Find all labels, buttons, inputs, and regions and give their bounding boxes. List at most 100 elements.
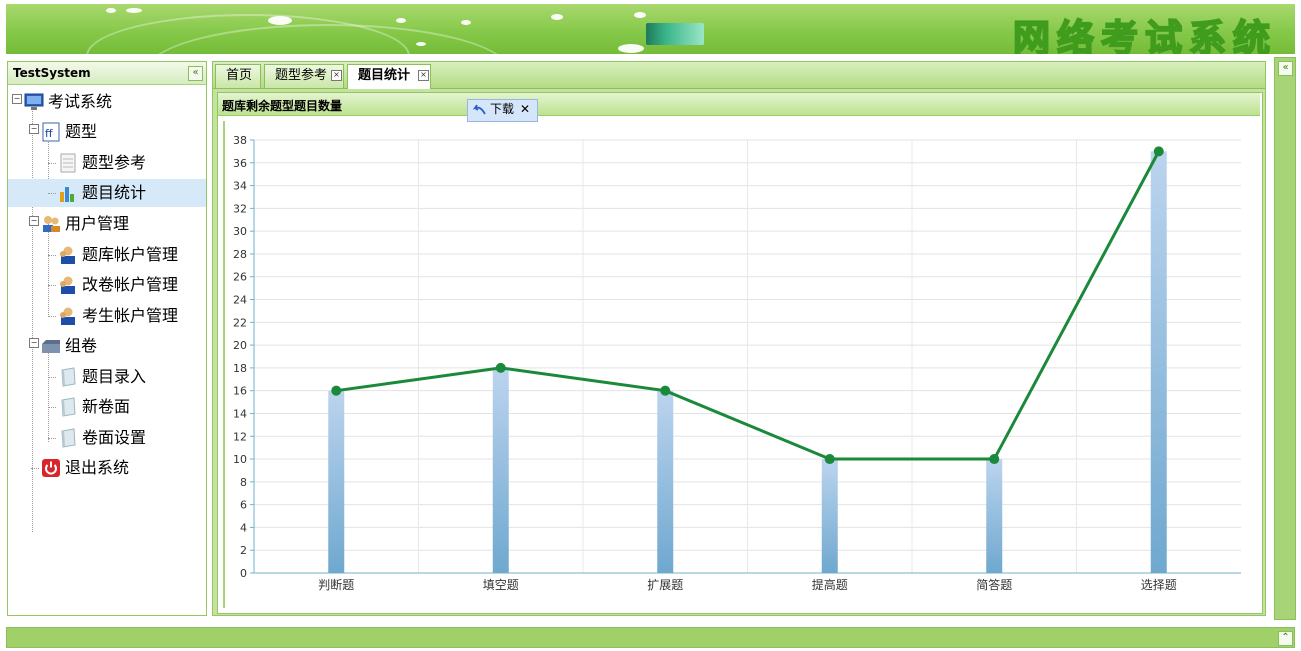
expand-up-icon[interactable]: ⌃ (1278, 631, 1293, 646)
y-tick-label: 32 (233, 202, 247, 215)
y-tick-label: 26 (233, 271, 247, 284)
y-tick-label: 0 (240, 567, 247, 580)
collapse-right-icon[interactable]: « (1278, 61, 1293, 76)
chart-point (495, 362, 506, 373)
right-panel-strip: « (1274, 57, 1296, 620)
nav-item-label: 题型参考 (82, 153, 147, 172)
tab-type-reference[interactable]: 题型参考 × (264, 64, 344, 88)
nav-item-label: 题型 (65, 122, 98, 141)
nav-item-3[interactable]: 题型参考 (58, 150, 204, 176)
chart-bar (986, 459, 1003, 573)
chart-point (989, 454, 1000, 465)
nav-item-2[interactable]: ff 题型 (41, 119, 204, 145)
banner-bubble (634, 12, 646, 18)
nav-item-9[interactable]: 组卷 (41, 333, 204, 359)
nav-item-label: 组卷 (65, 336, 98, 355)
y-tick-label: 16 (233, 385, 247, 398)
nav-item-label: 退出系统 (65, 458, 130, 477)
nav-header: TestSystem « (8, 62, 206, 85)
folder-icon (42, 340, 60, 353)
type-book-icon: ff (42, 122, 60, 142)
tab-bar: 首页 题型参考 × 题目统计 × (213, 62, 1265, 89)
nav-item-12[interactable]: 卷面设置 (58, 425, 204, 451)
tab-label: 首页 (226, 68, 253, 83)
paper-icon (61, 397, 76, 417)
users-icon (43, 216, 60, 232)
banner-bubble (551, 14, 563, 20)
y-tick-label: 36 (233, 157, 247, 170)
content-header: 题库剩余题型题目数量 (218, 93, 1260, 116)
bar-chart-icon (60, 187, 74, 202)
chart-point (331, 385, 342, 396)
x-tick-label: 扩展题 (647, 578, 683, 592)
banner-bubble (106, 8, 116, 13)
user-icon (60, 246, 75, 264)
close-tab-icon[interactable]: × (418, 70, 429, 81)
y-tick-label: 6 (240, 499, 247, 512)
download-label: 下载 (490, 102, 515, 116)
chart-bar (492, 367, 509, 573)
y-tick-label: 24 (233, 294, 247, 307)
nav-item-label: 新卷面 (82, 397, 131, 416)
tree-guide (31, 468, 39, 469)
nav-item-1[interactable]: 考试系统 (24, 89, 204, 115)
tree-collapse-icon[interactable]: − (29, 124, 39, 134)
tab-question-stats[interactable]: 题目统计 × (347, 64, 431, 89)
chart-frame: 0 2 4 6 8 10 12 14 16 18 20 22 24 26 28 30 32 34 36 38 判断题 填空… (223, 121, 1261, 608)
banner-bubble (618, 44, 644, 53)
paper-icon (61, 428, 76, 448)
collapse-left-icon[interactable]: « (188, 66, 203, 81)
y-tick-label: 20 (233, 339, 247, 352)
nav-item-label: 题目统计 (82, 183, 147, 202)
chart-bar (821, 459, 838, 573)
chart-bar (328, 390, 345, 573)
tree-collapse-icon[interactable]: − (29, 338, 39, 348)
main-panel: 首页 题型参考 × 题目统计 × 题库剩余题型题目数量 0 2 4 6 8 10 12 14 1… (212, 61, 1266, 616)
chart-point (1153, 146, 1164, 157)
nav-item-10[interactable]: 题目录入 (58, 364, 204, 390)
close-icon[interactable]: ✕ (520, 100, 530, 119)
chart-bar (657, 390, 674, 573)
nav-item-7[interactable]: 改卷帐户管理 (58, 272, 204, 298)
header-banner: 网络考试系统 (6, 4, 1295, 54)
app-title: 网络考试系统 (1012, 15, 1277, 54)
monitor-icon (24, 93, 44, 110)
nav-item-6[interactable]: 题库帐户管理 (58, 242, 204, 268)
banner-bubble (126, 8, 142, 13)
banner-bubble (416, 42, 426, 46)
content-title: 题库剩余题型题目数量 (222, 99, 343, 113)
nav-item-8[interactable]: 考生帐户管理 (58, 303, 204, 329)
nav-item-5[interactable]: 用户管理 (41, 211, 204, 237)
download-button[interactable]: 下载 ✕ (467, 99, 538, 122)
tree-guide (48, 407, 56, 408)
power-icon (42, 459, 60, 477)
tree-guide (48, 438, 56, 439)
tab-label: 题目统计 (358, 68, 411, 83)
x-tick-label: 判断题 (318, 577, 354, 592)
tab-home[interactable]: 首页 (215, 64, 261, 88)
y-tick-label: 38 (233, 134, 247, 147)
bottom-bar: ⌃ (6, 627, 1295, 648)
x-tick-label: 填空题 (483, 578, 519, 592)
user-icon (60, 307, 75, 325)
nav-item-13[interactable]: 退出系统 (41, 455, 204, 481)
y-tick-label: 22 (233, 316, 247, 329)
nav-item-11[interactable]: 新卷面 (58, 394, 204, 420)
y-tick-label: 18 (233, 362, 247, 375)
nav-item-label: 考生帐户管理 (82, 306, 179, 325)
nav-item-4[interactable]: 题目统计 (58, 180, 204, 206)
close-tab-icon[interactable]: × (331, 70, 342, 81)
nav-item-label: 用户管理 (65, 214, 130, 233)
nav-item-label: 题库帐户管理 (82, 245, 179, 264)
tree-collapse-icon[interactable]: − (12, 94, 22, 104)
nav-panel: TestSystem « − 考试系统 − ff 题型 题型参考 题目统计 − 用户管理 题库帐户… (7, 61, 207, 616)
chart-bar (1150, 151, 1167, 573)
y-tick-label: 4 (240, 521, 247, 534)
x-tick-label: 简答题 (976, 577, 1012, 592)
y-tick-label: 14 (233, 407, 247, 420)
y-tick-label: 2 (240, 544, 247, 557)
chart-point (824, 454, 835, 465)
tree-guide (48, 193, 56, 194)
y-tick-label: 28 (233, 248, 247, 261)
tree-collapse-icon[interactable]: − (29, 216, 39, 226)
